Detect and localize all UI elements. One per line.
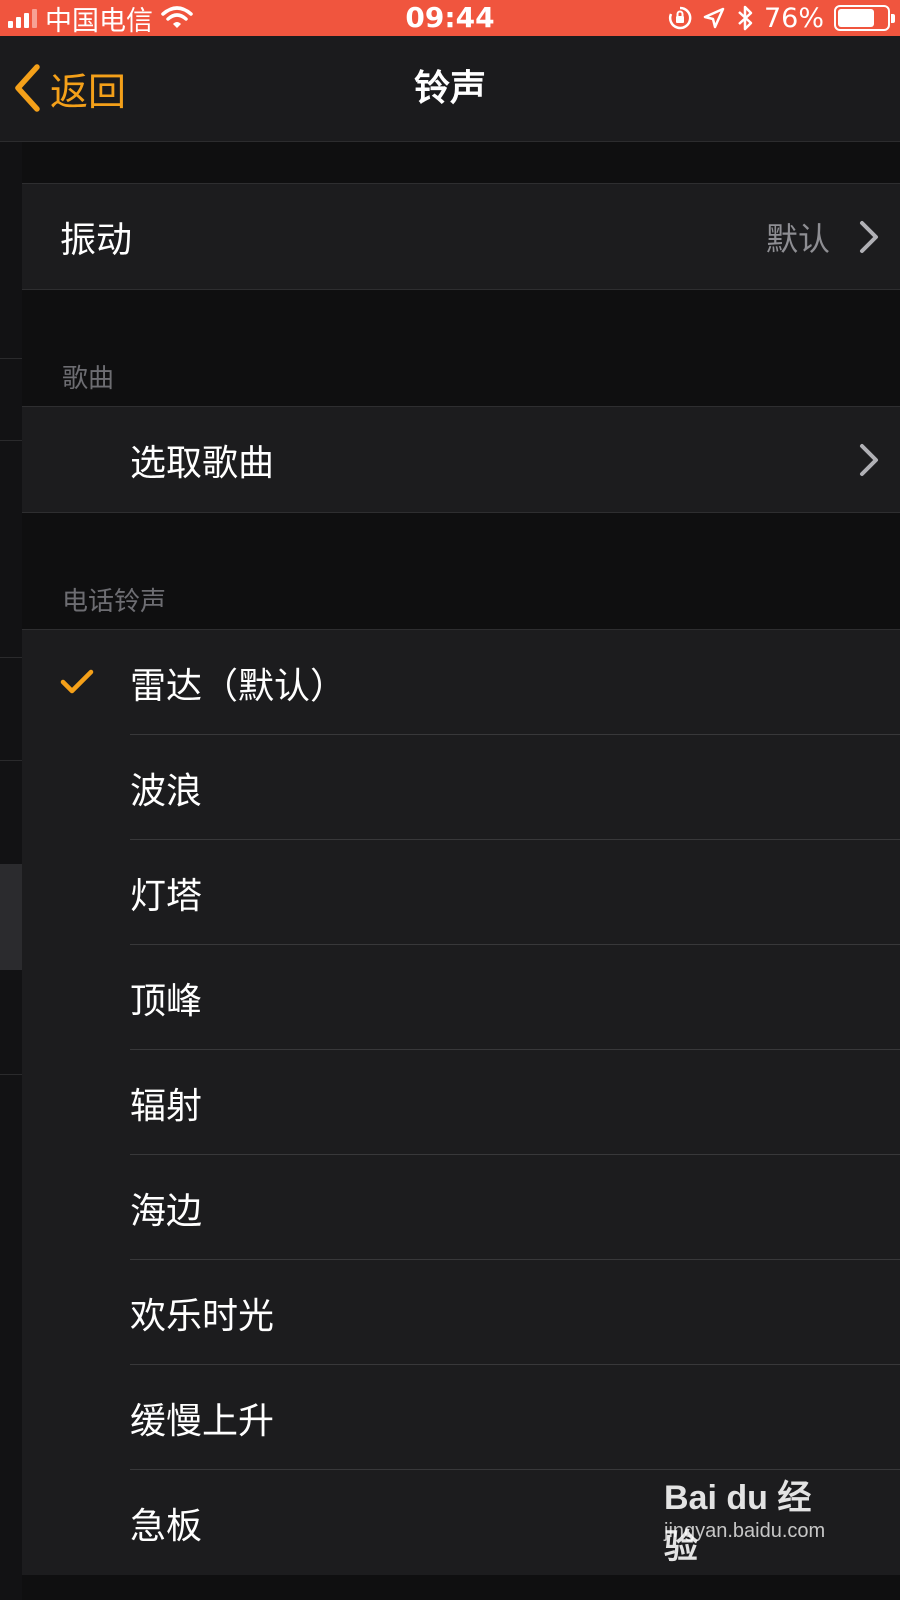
ringtone-row[interactable]: 海边 <box>22 1155 900 1260</box>
ringtone-label: 波浪 <box>130 770 203 812</box>
ringtone-label: 海边 <box>130 1190 203 1232</box>
ringtone-row[interactable]: 缓慢上升 <box>22 1365 900 1470</box>
songs-group: 选取歌曲 <box>22 406 900 513</box>
ringtone-row[interactable]: 波浪 <box>22 735 900 840</box>
songs-section-header: 歌曲 <box>62 364 115 394</box>
vibration-row[interactable]: 振动 默认 <box>22 184 900 289</box>
chevron-right-icon <box>860 444 878 476</box>
ringtone-label: 急板 <box>130 1505 203 1547</box>
vibration-value: 默认 <box>765 219 830 258</box>
page-title: 铃声 <box>413 68 486 109</box>
ringtone-row[interactable]: 辐射 <box>22 1050 900 1155</box>
navigation-bar: 返回 铃声 <box>0 36 900 142</box>
ringtone-row[interactable]: 顶峰 <box>22 945 900 1050</box>
orientation-lock-icon <box>668 6 692 30</box>
watermark-logo: Bai du 经验 <box>664 1479 812 1566</box>
background-page-edge <box>0 142 22 1600</box>
ringtone-list: 雷达（默认） 波浪 灯塔 顶峰 辐射 海边 欢乐时光 缓慢上升 急板 <box>22 629 900 1575</box>
ringtone-label: 缓慢上升 <box>130 1400 275 1442</box>
status-bar: 中国电信 09:44 76% <box>0 0 900 37</box>
watermark-url: jingyan.baidu.com <box>664 1520 826 1542</box>
vibration-group: 振动 默认 <box>22 183 900 290</box>
ringtone-row[interactable]: 欢乐时光 <box>22 1260 900 1365</box>
checkmark-icon <box>60 669 94 694</box>
pick-song-row[interactable]: 选取歌曲 <box>22 407 900 512</box>
ringtone-label: 欢乐时光 <box>130 1295 275 1337</box>
bluetooth-icon <box>738 5 753 31</box>
baidu-jingyan-watermark: Bai du 经验 jingyan.baidu.com <box>664 1470 834 1566</box>
ringtone-label: 辐射 <box>130 1085 203 1127</box>
chevron-right-icon <box>860 221 878 253</box>
ringtone-label: 灯塔 <box>130 875 203 917</box>
ringtone-row[interactable]: 灯塔 <box>22 840 900 945</box>
ringtone-label: 顶峰 <box>130 980 203 1022</box>
battery-icon <box>834 5 895 31</box>
vibration-label: 振动 <box>60 219 133 261</box>
ringtone-label: 雷达（默认） <box>130 665 347 707</box>
location-icon <box>703 7 725 29</box>
ringtones-section-header: 电话铃声 <box>62 587 167 617</box>
battery-percent: 76% <box>763 2 824 34</box>
ringtone-row[interactable]: 雷达（默认） <box>22 630 900 735</box>
battery-fill <box>838 9 875 27</box>
status-bar-right: 76% <box>668 0 895 36</box>
pick-song-label: 选取歌曲 <box>130 442 275 484</box>
